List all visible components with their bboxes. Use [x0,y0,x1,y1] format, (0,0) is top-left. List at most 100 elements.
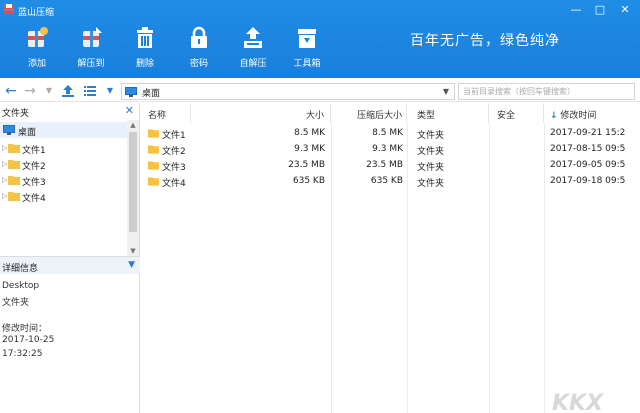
tree-item-label: 文件4 [22,194,46,204]
search-input[interactable]: 当前目录搜索（按回车键搜索） [458,83,635,100]
detail-modified-label: 修改时间： [2,324,48,334]
file-type: 文件夹 [417,163,445,173]
add-button-label: 添加 [27,59,46,69]
file-name: 文件2 [162,147,186,157]
expand-chevron-icon[interactable]: ▷ [2,176,7,184]
tree-item-folder[interactable]: ▷ 文件3 [0,172,127,188]
toolbox-button[interactable]: 工具箱 [283,25,331,75]
tree-scrollbar[interactable]: ▲ ▼ [127,120,139,256]
minimize-button[interactable]: — [568,2,584,18]
tree-item-folder[interactable]: ▷ 文件2 [0,156,127,172]
tree-item-folder[interactable]: ▷ 文件4 [0,188,127,204]
view-dropdown-icon[interactable]: ▼ [102,83,118,99]
delete-button-label: 删除 [135,59,154,69]
file-size: 9.3 MK [294,144,325,154]
up-folder-icon[interactable] [60,83,76,99]
close-button[interactable]: ✕ [617,2,633,18]
column-header-name[interactable]: 名称 [141,103,191,123]
view-list-icon[interactable] [82,83,98,99]
expand-chevron-icon[interactable]: ▷ [2,144,7,152]
file-packed-size: 8.5 MK [372,128,403,138]
trash-icon [137,27,153,48]
desktop-icon [125,87,137,97]
lock-icon [191,26,207,48]
file-type: 文件夹 [417,179,445,189]
app-title: 蓝山压缩 [18,8,55,18]
add-archive-icon [28,27,48,47]
watermark-text: KKX [552,391,604,413]
file-name: 文件3 [162,163,186,173]
tree-item-label: 文件2 [22,162,46,172]
back-arrow-icon[interactable]: ← [3,83,19,99]
watermark-logo: KKX [552,391,604,413]
extract-button-label: 解压到 [77,59,105,69]
forward-arrow-icon[interactable]: → [22,83,38,99]
collapse-arrow-icon[interactable]: ▼ [128,260,135,270]
column-header-size[interactable]: 大小 [191,103,331,123]
file-type: 文件夹 [417,147,445,157]
left-panel: 文件夹 ✕ 桌面 ▷ 文件1 ▷ 文件2 ▷ 文件3 ▷ 文件4 ▲ ▼ 详细信… [0,103,140,413]
expand-chevron-icon[interactable]: ▷ [2,192,7,200]
folder-icon [148,145,159,154]
file-packed-size: 23.5 MB [366,160,403,170]
column-header-packed[interactable]: 压缩后大小 [331,103,407,123]
column-header-modified[interactable]: ↓ 修改时间 [544,103,640,123]
extract-icon [83,27,102,47]
folder-tree-title: 文件夹 [2,109,30,119]
tree-item-label: 文件3 [22,178,46,188]
file-name: 文件1 [162,131,186,141]
folder-icon [8,176,20,185]
file-type: 文件夹 [417,131,445,141]
self-extract-button[interactable]: 自解压 [229,25,277,75]
detail-modified-time: 17:32:25 [2,349,43,359]
scroll-down-icon[interactable]: ▼ [127,247,139,255]
toolbox-button-label: 工具箱 [293,59,321,69]
file-packed-size: 9.3 MK [372,144,403,154]
extract-button[interactable]: 解压到 [67,25,115,75]
app-logo-icon [4,4,14,14]
file-modified: 2017-09-05 09:5 [550,160,626,170]
self-extract-icon [244,27,262,48]
folder-icon [8,192,20,201]
maximize-button[interactable]: □ [592,2,608,18]
path-combobox[interactable]: 桌面 ▼ [121,83,455,100]
expand-chevron-icon[interactable]: ▷ [2,160,7,168]
scrollbar-thumb[interactable] [129,132,137,232]
tree-item-folder[interactable]: ▷ 文件1 [0,140,127,156]
folder-tree-header: 文件夹 ✕ [0,103,140,119]
file-size: 23.5 MB [288,160,325,170]
details-title: 详细信息 [2,264,39,274]
file-packed-size: 635 KB [370,176,403,186]
path-text: 桌面 [142,89,161,99]
add-button[interactable]: 添加 [13,25,61,75]
tree-item-label: 桌面 [18,128,37,138]
file-row[interactable]: 文件1 8.5 MK 8.5 MK 文件夹 2017-09-21 15:2 [141,125,640,141]
detail-type: 文件夹 [2,298,30,308]
password-button[interactable]: 密码 [175,25,223,75]
tree-item-label: 文件1 [22,146,46,156]
column-header-security[interactable]: 安全 [489,103,544,123]
folder-icon [148,161,159,170]
delete-button[interactable]: 删除 [121,25,169,75]
details-header[interactable]: 详细信息 ▼ [0,256,140,274]
file-row[interactable]: 文件3 23.5 MB 23.5 MB 文件夹 2017-09-05 09:5 [141,157,640,173]
path-dropdown-icon[interactable]: ▼ [443,87,449,96]
file-row[interactable]: 文件2 9.3 MK 9.3 MK 文件夹 2017-08-15 09:5 [141,141,640,157]
file-row[interactable]: 文件4 635 KB 635 KB 文件夹 2017-09-18 09:5 [141,173,640,189]
scroll-up-icon[interactable]: ▲ [127,121,139,129]
password-button-label: 密码 [189,59,208,69]
file-modified: 2017-08-15 09:5 [550,144,626,154]
file-size: 8.5 MK [294,128,325,138]
column-header-type[interactable]: 类型 [407,103,489,123]
file-size: 635 KB [292,176,325,186]
slogan-text: 百年无广告，绿色纯净 [410,33,560,49]
history-dropdown-icon[interactable]: ▼ [41,83,57,99]
tree-item-desktop[interactable]: 桌面 [0,122,127,138]
close-panel-icon[interactable]: ✕ [125,104,134,117]
desktop-icon [3,125,15,135]
title-bar: 蓝山压缩 — □ ✕ [0,0,640,22]
self-extract-button-label: 自解压 [239,59,267,69]
file-modified: 2017-09-21 15:2 [550,128,626,138]
folder-icon [148,177,159,186]
navigation-bar: ← → ▼ ▼ 桌面 ▼ 当前目录搜索（按回车键搜索） [0,80,640,102]
